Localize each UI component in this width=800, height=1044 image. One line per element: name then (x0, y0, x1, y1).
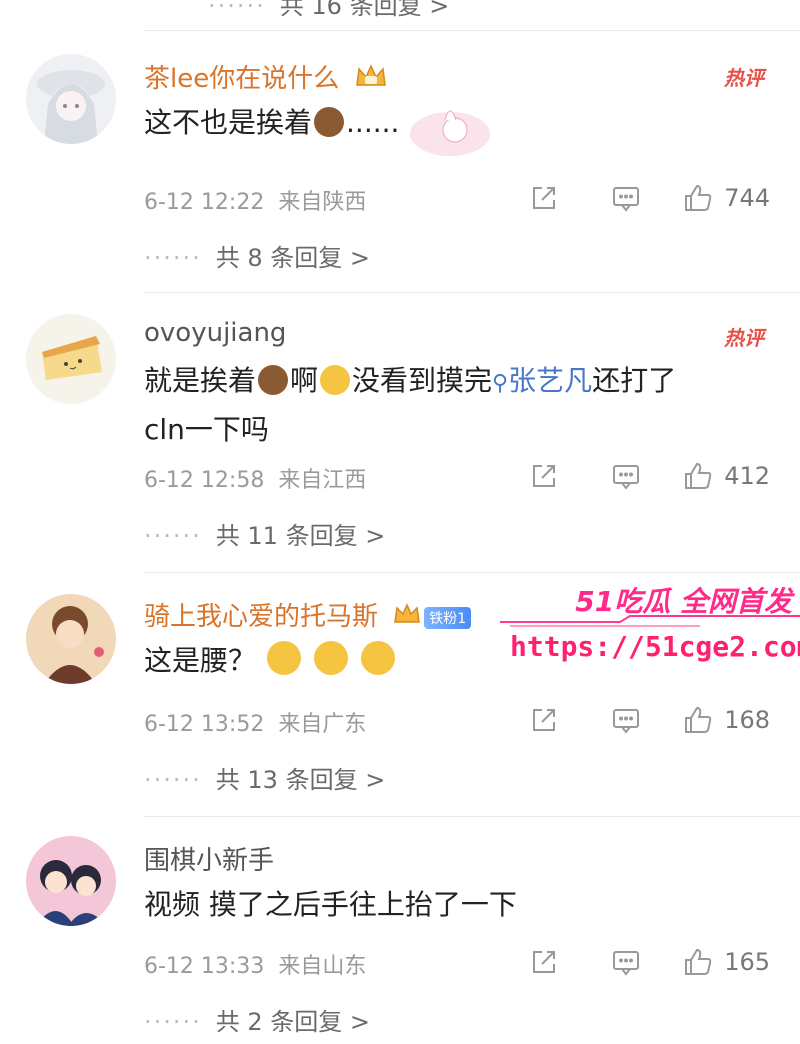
thumbs-up-icon (682, 460, 714, 492)
text-segment: 就是挨着 (144, 364, 257, 397)
thumbs-up-icon (682, 182, 714, 214)
share-icon[interactable] (528, 704, 560, 736)
dots: ······ (144, 1008, 202, 1036)
view-replies-link[interactable]: ······ 共 13 条回复 > (144, 760, 385, 795)
thumbs-up-icon (682, 704, 714, 736)
comment-icon[interactable] (610, 182, 642, 214)
dots: ······ (144, 244, 202, 272)
crown-badge-icon (392, 602, 422, 633)
view-replies-link[interactable]: ······ 共 8 条回复 > (144, 238, 370, 273)
text-segment: 视频 摸了之后手往上抬了一下 (144, 888, 517, 921)
username[interactable]: 围棋小新手 (144, 840, 274, 877)
comment-icon[interactable] (610, 704, 642, 736)
replies-text: 共 2 条回复 > (215, 1008, 371, 1036)
dots: ······ (208, 0, 266, 20)
like-button[interactable]: 168 (682, 704, 770, 736)
comment-actions: 165 (528, 944, 770, 980)
watermark-overlay: 51吃瓜 全网首发 https://51cge2.com (500, 580, 800, 680)
replies-text: 共 13 条回复 > (215, 766, 386, 794)
location: 来自陕西 (278, 190, 367, 215)
username-text: ovoyujiang (144, 318, 287, 348)
sticker-image (400, 100, 495, 160)
comment-actions: 168 (528, 702, 770, 738)
like-count: 165 (724, 948, 770, 976)
timestamp: 6-12 12:58 (144, 468, 265, 493)
hot-comment-badge: 热评 (724, 66, 764, 90)
like-button[interactable]: 412 (682, 460, 770, 492)
username[interactable]: 茶lee你在说什么 (144, 58, 389, 96)
share-icon[interactable] (528, 460, 560, 492)
username[interactable]: ovoyujiang (144, 318, 286, 348)
location: 来自山东 (278, 954, 367, 979)
like-button[interactable]: 744 (682, 182, 770, 214)
text-segment: 这是腰？ (144, 644, 257, 677)
share-icon[interactable] (528, 182, 560, 214)
topic-mention-link[interactable]: ⚲张艺凡 (492, 364, 592, 397)
text-segment: cln一下吗 (144, 413, 269, 446)
watermark-stripe-icon (500, 615, 800, 627)
comment-meta: 6-12 12:22 来自陕西 (144, 184, 366, 216)
comment-meta: 6-12 13:33 来自山东 (144, 948, 366, 980)
previous-comment-replies-link[interactable]: ······ 共 16 条回复 > (208, 0, 449, 21)
thinking-emoji-icon (360, 641, 395, 675)
replies-text: 共 16 条回复 > (279, 0, 450, 20)
username-text: 骑上我心爱的托马斯 (144, 602, 379, 632)
thinking-emoji-icon (266, 641, 301, 675)
comment-text: 就是挨着啊没看到摸完⚲张艺凡还打了 cln一下吗 (144, 358, 774, 453)
crown-badge-icon (353, 63, 389, 96)
replies-text: 共 11 条回复 > (215, 522, 386, 550)
timestamp: 6-12 12:22 (144, 190, 265, 215)
thinking-emoji-icon (313, 641, 348, 675)
dots: ······ (144, 766, 202, 794)
iron-fan-badge: 铁粉1 (424, 606, 472, 629)
replies-text: 共 8 条回复 > (215, 244, 371, 272)
timestamp: 6-12 13:52 (144, 712, 265, 737)
comment-text: 视频 摸了之后手往上抬了一下 (144, 882, 774, 928)
view-replies-link[interactable]: ······ 共 2 条回复 > (144, 1002, 370, 1037)
bear-emoji-icon (258, 365, 289, 395)
thumbs-up-icon (682, 946, 714, 978)
username-text: 茶lee你在说什么 (144, 64, 340, 94)
bear-emoji-icon (314, 107, 345, 137)
comment-actions: 744 (528, 180, 770, 216)
location: 来自江西 (278, 468, 367, 493)
view-replies-link[interactable]: ······ 共 11 条回复 > (144, 516, 385, 551)
text-segment: 这不也是挨着 (144, 106, 313, 139)
divider (144, 292, 800, 293)
share-icon[interactable] (528, 946, 560, 978)
like-count: 744 (724, 184, 770, 212)
comment-icon[interactable] (610, 946, 642, 978)
text-segment: 啊 (290, 364, 319, 397)
crying-laughing-emoji-icon (320, 365, 351, 395)
search-icon: ⚲ (492, 371, 509, 396)
text-segment: 还打了 (592, 364, 677, 397)
like-button[interactable]: 165 (682, 946, 770, 978)
comment-meta: 6-12 12:58 来自江西 (144, 462, 366, 494)
text-segment: 没看到摸完 (352, 364, 493, 397)
divider (144, 572, 800, 573)
location: 来自广东 (278, 712, 367, 737)
text-segment: ...... (346, 106, 400, 139)
avatar[interactable] (26, 314, 116, 404)
avatar[interactable] (26, 54, 116, 144)
mention-text: 张艺凡 (508, 364, 593, 397)
watermark-url: https://51cge2.com (510, 630, 800, 663)
comment-actions: 412 (528, 458, 770, 494)
comment-icon[interactable] (610, 460, 642, 492)
hot-comment-badge: 热评 (724, 326, 764, 350)
comment-meta: 6-12 13:52 来自广东 (144, 706, 366, 738)
avatar[interactable] (26, 836, 116, 926)
like-count: 412 (724, 462, 770, 490)
username[interactable]: 骑上我心爱的托马斯 铁粉1 (144, 596, 472, 633)
divider (144, 816, 800, 817)
avatar[interactable] (26, 594, 116, 684)
timestamp: 6-12 13:33 (144, 954, 265, 979)
dots: ······ (144, 522, 202, 550)
divider (144, 30, 800, 31)
like-count: 168 (724, 706, 770, 734)
username-text: 围棋小新手 (144, 846, 275, 876)
